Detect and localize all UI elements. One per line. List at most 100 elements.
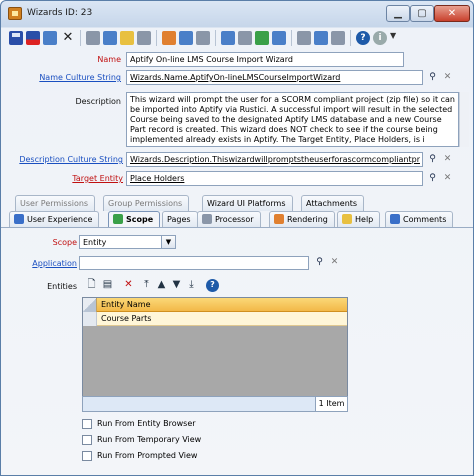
email-icon[interactable] bbox=[314, 31, 328, 45]
binoculars-search-icon[interactable]: ⚲ bbox=[426, 153, 439, 166]
user-experience-icon bbox=[14, 214, 24, 224]
run-from-entity-browser-label: Run From Entity Browser bbox=[97, 419, 196, 428]
network-icon[interactable] bbox=[238, 31, 252, 45]
move-up-icon[interactable]: ▲ bbox=[155, 279, 168, 292]
grid-help-icon[interactable]: ? bbox=[206, 279, 219, 292]
tab-user-experience[interactable]: User Experience bbox=[9, 211, 100, 227]
wizards-record-window: Wizards ID: 23 ▁ ▢ ✕ ✕ ? i ▼ Name Aptify bbox=[0, 0, 474, 476]
run-from-prompted-view-checkbox[interactable] bbox=[82, 451, 92, 461]
tab-comments[interactable]: Comments bbox=[385, 211, 454, 227]
target-entity-field[interactable]: Place Holders bbox=[126, 171, 423, 186]
move-top-icon[interactable]: ⤒ bbox=[140, 279, 153, 292]
clear-icon[interactable]: ✕ bbox=[441, 71, 454, 84]
name-culture-string-field[interactable]: Wizards.Name.AptifyOn-lineLMSCourseImpor… bbox=[126, 70, 423, 85]
close-window-button[interactable]: ✕ bbox=[434, 5, 470, 22]
grid-header: Entity Name bbox=[83, 298, 347, 312]
refresh-icon[interactable] bbox=[272, 31, 286, 45]
description-label: Description bbox=[75, 97, 121, 106]
toolbar-separator bbox=[291, 30, 292, 46]
tab-rendering[interactable]: Rendering bbox=[269, 211, 335, 227]
delete-item-icon[interactable]: ✕ bbox=[122, 279, 135, 292]
run-from-temporary-view-checkbox[interactable] bbox=[82, 435, 92, 445]
save-and-new-icon[interactable] bbox=[43, 31, 57, 45]
title-bar[interactable]: Wizards ID: 23 ▁ ▢ ✕ bbox=[1, 1, 473, 27]
notes-icon[interactable] bbox=[331, 31, 345, 45]
tab-label: Help bbox=[355, 215, 374, 224]
entities-grid[interactable]: Entity Name Course Parts bbox=[82, 297, 348, 412]
send-icon[interactable] bbox=[297, 31, 311, 45]
copy-icon[interactable] bbox=[137, 31, 151, 45]
binoculars-search-icon[interactable]: ⚲ bbox=[313, 256, 326, 269]
name-label: Name bbox=[97, 55, 121, 64]
tab-attachments[interactable]: Attachments bbox=[301, 195, 365, 211]
tab-label: User Experience bbox=[27, 215, 93, 224]
application-field[interactable] bbox=[79, 256, 309, 270]
move-down-icon[interactable]: ▼ bbox=[170, 279, 183, 292]
entity-name-cell: Course Parts bbox=[101, 314, 152, 323]
scope-select[interactable]: Entity ▼ bbox=[79, 235, 176, 249]
tab-help[interactable]: Help bbox=[337, 211, 381, 227]
find-icon[interactable] bbox=[103, 31, 117, 45]
entities-label: Entities bbox=[47, 282, 77, 291]
scope-label: Scope bbox=[52, 238, 77, 247]
select-all-corner[interactable] bbox=[83, 298, 97, 312]
maximize-button[interactable]: ▢ bbox=[410, 5, 434, 22]
toolbar-overflow-chevron-down-icon[interactable]: ▼ bbox=[390, 31, 400, 45]
description-scrollbar[interactable] bbox=[459, 92, 469, 147]
save-and-close-icon[interactable] bbox=[26, 31, 40, 45]
open-folder-icon[interactable] bbox=[120, 31, 134, 45]
description-textarea[interactable]: This wizard will prompt the user for a S… bbox=[126, 92, 459, 147]
tab-wizard-ui-platforms[interactable]: Wizard UI Platforms bbox=[202, 195, 293, 211]
delete-icon[interactable]: ✕ bbox=[61, 31, 75, 45]
tab-label: Comments bbox=[403, 215, 447, 224]
print-icon[interactable] bbox=[86, 31, 100, 45]
minimize-button[interactable]: ▁ bbox=[386, 5, 410, 22]
run-from-temporary-view-label: Run From Temporary View bbox=[97, 435, 202, 444]
info-icon[interactable]: i bbox=[373, 31, 387, 45]
attachments-icon[interactable] bbox=[179, 31, 193, 45]
tab-row-primary: User Experience Scope Pages Processor Re… bbox=[1, 211, 473, 228]
globe-icon[interactable] bbox=[255, 31, 269, 45]
clear-icon[interactable]: ✕ bbox=[328, 256, 341, 269]
tab-row-secondary: User Permissions Group Permissions Wizar… bbox=[1, 195, 473, 211]
duplicate-icon[interactable] bbox=[221, 31, 235, 45]
tab-pages[interactable]: Pages bbox=[162, 211, 198, 227]
tab-label: Scope bbox=[126, 215, 154, 224]
tab-processor[interactable]: Processor bbox=[197, 211, 261, 227]
toolbar-separator bbox=[350, 30, 351, 46]
entity-name-column-header[interactable]: Entity Name bbox=[101, 300, 151, 309]
open-item-icon[interactable]: ▤ bbox=[101, 279, 114, 292]
help-icon[interactable]: ? bbox=[356, 31, 370, 45]
binoculars-search-icon[interactable]: ⚲ bbox=[426, 172, 439, 185]
clear-icon[interactable]: ✕ bbox=[441, 172, 454, 185]
grid-footer: 1 Item bbox=[82, 396, 348, 412]
tab-scope[interactable]: Scope bbox=[108, 211, 161, 228]
tab-label: Rendering bbox=[287, 215, 328, 224]
binoculars-search-icon[interactable]: ⚲ bbox=[426, 71, 439, 84]
tab-group-permissions[interactable]: Group Permissions bbox=[103, 195, 190, 211]
new-record-icon[interactable] bbox=[162, 31, 176, 45]
target-entity-link[interactable]: Target Entity bbox=[41, 174, 123, 183]
toolbar-separator bbox=[215, 30, 216, 46]
table-row[interactable]: Course Parts bbox=[83, 312, 347, 326]
row-header[interactable] bbox=[83, 312, 97, 326]
toolbar-separator bbox=[80, 30, 81, 46]
window-title: Wizards ID: 23 bbox=[27, 8, 93, 18]
save-icon[interactable] bbox=[9, 31, 23, 45]
chevron-down-icon[interactable]: ▼ bbox=[161, 236, 175, 248]
name-field[interactable]: Aptify On-line LMS Course Import Wizard bbox=[126, 52, 404, 67]
description-culture-string-link[interactable]: Description Culture String bbox=[5, 155, 123, 164]
new-item-icon[interactable]: 🗋 bbox=[85, 279, 98, 292]
comments-icon bbox=[390, 214, 400, 224]
name-culture-string-link[interactable]: Name Culture String bbox=[11, 73, 121, 82]
clear-icon[interactable]: ✕ bbox=[441, 153, 454, 166]
application-link[interactable]: Application bbox=[11, 259, 77, 268]
processor-icon bbox=[202, 214, 212, 224]
run-from-entity-browser-checkbox[interactable] bbox=[82, 419, 92, 429]
item-count: 1 Item bbox=[315, 397, 347, 411]
tab-user-permissions[interactable]: User Permissions bbox=[15, 195, 96, 211]
move-bottom-icon[interactable]: ⤓ bbox=[185, 279, 198, 292]
document-icon[interactable] bbox=[196, 31, 210, 45]
tab-panel-border bbox=[1, 227, 473, 228]
description-culture-string-field[interactable]: Wizards.Description.Thiswizardwillprompt… bbox=[126, 152, 423, 167]
